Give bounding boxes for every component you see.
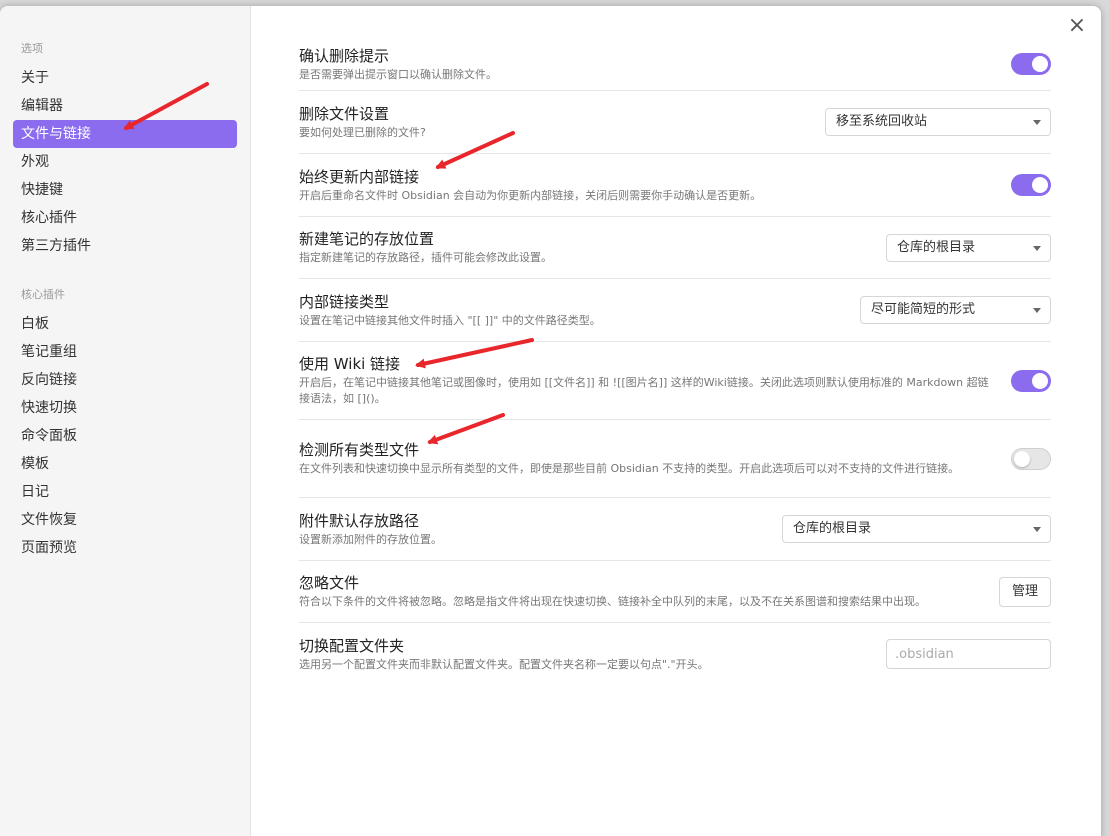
settings-list: 确认删除提示 是否需要弹出提示窗口以确认删除文件。 删除文件设置 要如何处理已删… (299, 36, 1051, 685)
auto-update-links-toggle[interactable] (1011, 174, 1051, 196)
sidebar-item-page-preview[interactable]: 页面预览 (13, 534, 237, 562)
setting-name: 新建笔记的存放位置 (299, 230, 435, 248)
setting-auto-update-links: 始终更新内部链接 开启后重命名文件时 Obsidian 会自动为你更新内部链接，… (299, 154, 1051, 217)
setting-config-folder: 切换配置文件夹 选用另一个配置文件夹而非默认配置文件夹。配置文件夹名称一定要以句… (299, 623, 1051, 685)
sidebar-item-appearance[interactable]: 外观 (13, 148, 237, 176)
use-wikilinks-toggle[interactable] (1011, 369, 1051, 392)
attachment-folder-select[interactable]: 仓库的根目录 (782, 515, 1051, 543)
setting-excluded-files: 忽略文件 符合以下条件的文件将被忽略。忽略是指文件将出现在快速切换、链接补全中队… (299, 561, 1051, 623)
confirm-delete-toggle[interactable] (1011, 53, 1051, 75)
select-value: 仓库的根目录 (793, 521, 872, 536)
sidebar-item-templates[interactable]: 模板 (13, 450, 237, 478)
sidebar-item-canvas[interactable]: 白板 (13, 310, 237, 338)
settings-content: × 确认删除提示 是否需要弹出提示窗口以确认删除文件。 删除文件设置 要如何处理… (251, 6, 1101, 836)
sidebar-item-note-composer[interactable]: 笔记重组 (13, 338, 237, 366)
setting-new-note-location: 新建笔记的存放位置 指定新建笔记的存放路径，插件可能会修改此设置。 仓库的根目录 (299, 217, 1051, 279)
setting-attachment-folder: 附件默认存放路径 设置新添加附件的存放位置。 仓库的根目录 (299, 498, 1051, 561)
detect-all-extensions-toggle[interactable] (1011, 447, 1051, 470)
sidebar-item-backlinks[interactable]: 反向链接 (13, 366, 237, 394)
setting-name: 切换配置文件夹 (299, 636, 405, 655)
chevron-down-icon (1033, 245, 1041, 251)
setting-name: 删除文件设置 (299, 104, 390, 123)
settings-sidebar: 选项 关于 编辑器 文件与链接 外观 快捷键 核心插件 第三方插件 核心插件 白… (0, 6, 251, 836)
setting-desc: 设置新添加附件的存放位置。 (299, 532, 442, 546)
setting-desc: 选用另一个配置文件夹而非默认配置文件夹。配置文件夹名称一定要以句点"."开头。 (299, 657, 709, 671)
chevron-down-icon (1033, 120, 1041, 125)
sidebar-item-hotkeys[interactable]: 快捷键 (13, 176, 237, 204)
sidebar-item-editor[interactable]: 编辑器 (13, 92, 237, 120)
sidebar-item-command-palette[interactable]: 命令面板 (13, 422, 237, 450)
setting-desc: 设置在笔记中链接其他文件时插入 "[[ ]]" 中的文件路径类型。 (299, 313, 601, 327)
chevron-down-icon (1033, 527, 1041, 532)
setting-name: 使用 Wiki 链接 (299, 355, 401, 373)
sidebar-item-core-plugins[interactable]: 核心插件 (13, 204, 237, 232)
setting-name: 始终更新内部链接 (299, 167, 420, 186)
select-value: 仓库的根目录 (897, 239, 976, 255)
chevron-down-icon (1033, 308, 1041, 313)
select-value: 尽可能简短的形式 (871, 302, 976, 317)
sidebar-item-about[interactable]: 关于 (13, 64, 237, 92)
sidebar-item-daily-notes[interactable]: 日记 (13, 478, 237, 506)
setting-desc: 开启后，在笔记中链接其他笔记或图像时，使用如 [[文件名]] 和 ![[图片名]… (299, 376, 989, 405)
sidebar-item-quick-switcher[interactable]: 快速切换 (13, 394, 237, 422)
settings-modal: 选项 关于 编辑器 文件与链接 外观 快捷键 核心插件 第三方插件 核心插件 白… (0, 6, 1101, 836)
setting-desc: 在文件列表和快速切换中显示所有类型的文件，即使是那些目前 Obsidian 不支… (299, 462, 960, 475)
setting-name: 检测所有类型文件 (299, 441, 420, 459)
setting-desc: 指定新建笔记的存放路径，插件可能会修改此设置。 (299, 251, 552, 264)
setting-desc: 是否需要弹出提示窗口以确认删除文件。 (299, 67, 497, 81)
setting-desc: 要如何处理已删除的文件? (299, 125, 426, 139)
deleted-files-select[interactable]: 移至系统回收站 (825, 108, 1051, 136)
setting-desc: 符合以下条件的文件将被忽略。忽略是指文件将出现在快速切换、链接补全中队列的末尾，… (299, 595, 926, 608)
sidebar-group-core-plugins-heading: 核心插件 (21, 288, 65, 301)
new-note-location-select[interactable]: 仓库的根目录 (886, 233, 1051, 262)
sidebar-item-files-links[interactable]: 文件与链接 (13, 120, 237, 148)
setting-desc: 开启后重命名文件时 Obsidian 会自动为你更新内部链接，关闭后则需要你手动… (299, 188, 762, 202)
manage-button[interactable]: 管理 (998, 576, 1051, 607)
setting-name: 忽略文件 (299, 574, 360, 592)
setting-use-wikilinks: 使用 Wiki 链接 开启后，在笔记中链接其他笔记或图像时，使用如 [[文件名]… (299, 342, 1051, 420)
setting-name: 确认删除提示 (299, 46, 390, 65)
config-folder-input[interactable] (886, 639, 1051, 669)
setting-name: 附件默认存放路径 (299, 511, 420, 530)
setting-name: 内部链接类型 (299, 292, 390, 311)
setting-confirm-delete: 确认删除提示 是否需要弹出提示窗口以确认删除文件。 (299, 36, 1051, 91)
close-icon[interactable]: × (1067, 15, 1087, 37)
sidebar-item-community-plugins[interactable]: 第三方插件 (13, 232, 237, 260)
setting-deleted-files: 删除文件设置 要如何处理已删除的文件? 移至系统回收站 (299, 91, 1051, 154)
sidebar-group-options-heading: 选项 (21, 42, 43, 55)
sidebar-item-file-recovery[interactable]: 文件恢复 (13, 506, 237, 534)
setting-link-format: 内部链接类型 设置在笔记中链接其他文件时插入 "[[ ]]" 中的文件路径类型。… (299, 279, 1051, 342)
select-value: 移至系统回收站 (836, 114, 928, 129)
link-format-select[interactable]: 尽可能简短的形式 (860, 296, 1051, 324)
setting-detect-all-extensions: 检测所有类型文件 在文件列表和快速切换中显示所有类型的文件，即使是那些目前 Ob… (299, 420, 1051, 498)
